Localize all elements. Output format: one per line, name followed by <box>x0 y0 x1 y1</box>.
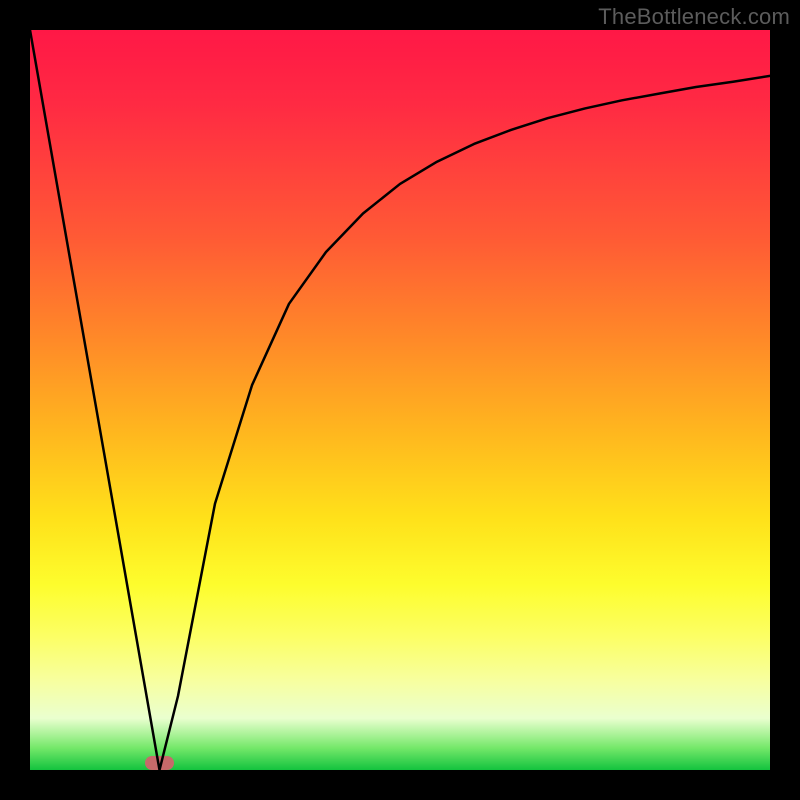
bottleneck-curve <box>30 30 770 770</box>
watermark-text: TheBottleneck.com <box>598 4 790 30</box>
curve-svg <box>30 30 770 770</box>
plot-area <box>30 30 770 770</box>
chart-container: TheBottleneck.com <box>0 0 800 800</box>
